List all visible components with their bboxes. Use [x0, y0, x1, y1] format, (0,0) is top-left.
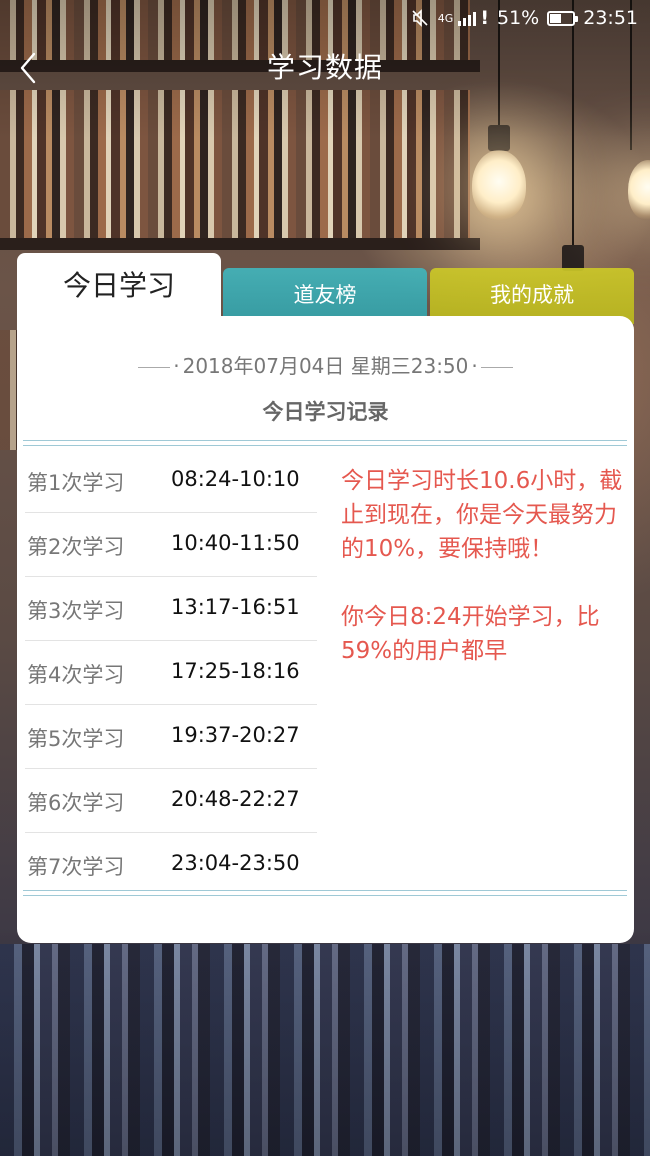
session-label: 第3次学习	[27, 599, 125, 623]
table-row: 第5次学习 19:37-20:27	[25, 705, 317, 769]
table-row: 第7次学习 23:04-23:50	[25, 833, 317, 896]
signal-alert: !	[480, 7, 489, 29]
clock: 23:51	[583, 7, 638, 29]
table-row: 第1次学习 08:24-10:10	[25, 449, 317, 513]
session-time: 13:17-16:51	[171, 595, 300, 619]
battery-fill	[550, 13, 562, 23]
session-time: 10:40-11:50	[171, 531, 300, 555]
table-row: 第3次学习 13:17-16:51	[25, 577, 317, 641]
divider	[138, 367, 171, 368]
session-label: 第7次学习	[27, 855, 125, 879]
session-label: 第6次学习	[27, 791, 125, 815]
table-row: 第6次学习 20:48-22:27	[25, 769, 317, 833]
session-time: 20:48-22:27	[171, 787, 300, 811]
divider	[23, 890, 627, 896]
session-time: 08:24-10:10	[171, 467, 300, 491]
status-bar: 4G ! 51% 23:51	[0, 0, 650, 38]
session-time: 19:37-20:27	[171, 723, 300, 747]
divider	[480, 367, 513, 368]
date-line: · 2018年07月04日 星期三23:50 ·	[17, 350, 634, 379]
battery-percent: 51%	[497, 7, 540, 29]
study-card: · 2018年07月04日 星期三23:50 · 今日学习记录 第1次学习 08:2…	[17, 316, 634, 943]
session-time: 23:04-23:50	[171, 851, 300, 875]
session-time: 17:25-18:16	[171, 659, 300, 683]
record-title: 今日学习记录	[262, 400, 389, 424]
session-list: 第1次学习 08:24-10:10 第2次学习 10:40-11:50 第3次学…	[25, 449, 317, 896]
session-label: 第2次学习	[27, 535, 125, 559]
session-label: 第5次学习	[27, 727, 125, 751]
study-summary: 今日学习时长10.6小时，截止到现在，你是今天最努力的10%，要保持哦！ 你今日…	[341, 464, 626, 702]
page-title: 学习数据	[266, 51, 383, 84]
tab-today-study[interactable]: 今日学习	[17, 253, 221, 325]
table-row: 第2次学习 10:40-11:50	[25, 513, 317, 577]
summary-start-text: 你今日8:24开始学习，比59%的用户都早	[341, 604, 600, 664]
battery-icon	[547, 10, 579, 26]
signal-icon	[458, 10, 477, 26]
mute-icon	[412, 9, 428, 27]
divider	[23, 440, 627, 446]
summary-duration-text: 今日学习时长10.6小时，截止到现在，你是今天最努力的10%，要保持哦！	[341, 468, 623, 562]
network-type: 4G	[437, 11, 454, 25]
table-row: 第4次学习 17:25-18:16	[25, 641, 317, 705]
session-label: 第4次学习	[27, 663, 125, 687]
session-label: 第1次学习	[27, 471, 125, 495]
date-text: 2018年07月04日 星期三23:50	[182, 354, 469, 378]
